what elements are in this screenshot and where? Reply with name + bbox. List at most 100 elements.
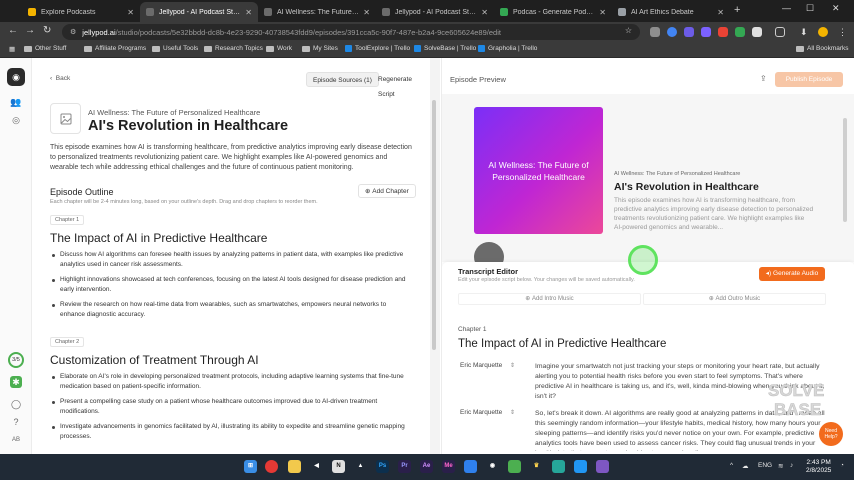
share-icon[interactable]: ⇪ — [760, 74, 767, 83]
app-icon[interactable]: ♛ — [530, 460, 543, 473]
maximize-icon[interactable]: ☐ — [806, 3, 814, 14]
bookmark-star-icon[interactable]: ☆ — [625, 26, 632, 35]
minimize-icon[interactable]: — — [782, 3, 791, 13]
site-info-icon[interactable]: ⚙ — [70, 28, 76, 36]
publish-episode-button[interactable]: Publish Episode — [775, 72, 843, 87]
editor-chapter-title[interactable]: The Impact of AI in Predictive Healthcar… — [458, 338, 666, 350]
list-item[interactable]: Highlight innovations showcased at tech … — [50, 275, 406, 294]
chevron-updown-icon[interactable]: ⇕ — [510, 362, 515, 369]
scrollbar-thumb[interactable] — [843, 118, 847, 222]
close-icon[interactable]: ✕ — [599, 8, 606, 17]
app-icon[interactable] — [596, 460, 609, 473]
forward-arrow-icon[interactable]: → — [25, 25, 35, 36]
all-bookmarks[interactable]: All Bookmarks — [796, 45, 849, 52]
list-item[interactable]: Review the research on how real-time dat… — [50, 300, 406, 319]
bookmark-folder[interactable]: Research Topics — [204, 45, 263, 52]
extensions-puzzle-icon[interactable] — [775, 27, 785, 37]
list-item[interactable]: Investigate advancements in genomics fac… — [50, 422, 406, 441]
sparkle-icon[interactable]: ✱ — [10, 376, 22, 388]
new-tab-icon[interactable]: + — [734, 4, 740, 16]
bookmark-link[interactable]: SolveBase | Trello — [414, 45, 476, 52]
bookmark-folder[interactable]: Affiliate Programs — [84, 45, 146, 52]
tray-app-icon[interactable]: ☁ — [742, 462, 749, 470]
app-icon[interactable] — [508, 460, 521, 473]
regenerate-script-button[interactable]: Regenerate Script — [372, 72, 430, 98]
volume-icon[interactable]: ♪ — [790, 462, 793, 469]
scrollbar-thumb[interactable] — [432, 100, 436, 350]
list-item[interactable]: Present a compelling case study on a pat… — [50, 397, 406, 416]
speaker-select[interactable]: Eric Marquette — [460, 362, 502, 369]
tray-chevron-icon[interactable]: ^ — [730, 462, 733, 469]
reload-icon[interactable]: ↻ — [43, 25, 51, 36]
browser-tab[interactable]: AI Wellness: The Future of Pers...✕ — [258, 2, 376, 22]
apps-grid-icon[interactable]: ▦ — [9, 45, 15, 53]
podcast-icon[interactable]: ◎ — [10, 114, 22, 126]
premiere-icon[interactable]: Pr — [398, 460, 411, 473]
app-icon[interactable]: ▲ — [354, 460, 367, 473]
close-icon[interactable]: ✕ — [717, 8, 724, 17]
bookmark-folder[interactable]: Other Stuff — [24, 45, 66, 52]
extension-icon[interactable] — [667, 27, 677, 37]
add-outro-music-button[interactable]: ⊕ Add Outro Music — [643, 293, 826, 305]
browser-tab[interactable]: Podcas - Generate Podcast with...✕ — [494, 2, 612, 22]
close-window-icon[interactable]: ✕ — [832, 3, 840, 14]
bookmark-folder[interactable]: Useful Tools — [152, 45, 198, 52]
back-link[interactable]: ‹ Back — [50, 75, 70, 82]
after-effects-icon[interactable]: Ae — [420, 460, 433, 473]
episode-description[interactable]: This episode examines how AI is transfor… — [50, 143, 412, 173]
chrome-icon[interactable] — [265, 460, 278, 473]
app-icon[interactable] — [574, 460, 587, 473]
media-encoder-icon[interactable]: Me — [442, 460, 455, 473]
notification-icon[interactable]: ◔ — [840, 462, 844, 469]
bookmark-folder[interactable]: Work — [266, 45, 292, 52]
extension-shield-icon[interactable] — [650, 27, 660, 37]
bookmark-link[interactable]: ToolExplore | Trello — [345, 45, 410, 52]
close-icon[interactable]: ✕ — [363, 8, 370, 17]
app-icon[interactable] — [464, 460, 477, 473]
close-icon[interactable]: ✕ — [245, 8, 252, 17]
system-clock[interactable]: 2:43 PM 2/8/2025 — [806, 459, 831, 475]
episode-title[interactable]: AI's Revolution in Healthcare — [88, 118, 288, 134]
extension-icon[interactable] — [718, 27, 728, 37]
list-item[interactable]: Elaborate on AI's role in developing per… — [50, 372, 406, 391]
chapter-title[interactable]: Customization of Treatment Through AI — [50, 353, 259, 367]
chevron-updown-icon[interactable]: ⇕ — [510, 409, 515, 416]
bookmark-folder[interactable]: My Sites — [302, 45, 338, 52]
episode-sources-tab[interactable]: Episode Sources (1) — [306, 72, 379, 87]
download-icon[interactable]: ⬇ — [800, 27, 810, 37]
wifi-icon[interactable]: ≋ — [778, 462, 783, 470]
speaker-select[interactable]: Eric Marquette — [460, 409, 502, 416]
progress-indicator[interactable]: 3/5 — [8, 352, 24, 368]
address-bar[interactable]: ⚙ jellypod.ai/studio/podcasts/5e32bbdd-d… — [62, 24, 640, 40]
language-indicator[interactable]: ENG — [758, 462, 772, 469]
back-arrow-icon[interactable]: ← — [8, 25, 18, 36]
app-icon[interactable] — [552, 460, 565, 473]
extension-icon[interactable] — [684, 27, 694, 37]
close-icon[interactable]: ✕ — [127, 8, 134, 17]
chat-icon[interactable]: ◯ — [10, 398, 22, 410]
extension-icon[interactable] — [701, 27, 711, 37]
photoshop-icon[interactable]: Ps — [376, 460, 389, 473]
capcut-icon[interactable]: ◀ — [310, 460, 323, 473]
generate-audio-button[interactable]: ◂) Generate Audio — [759, 267, 825, 281]
browser-tab[interactable]: AI Art Ethics Debate ✕ — [612, 2, 730, 22]
user-initials[interactable]: AB — [10, 434, 22, 446]
browser-tab[interactable]: Explore Podcasts ✕ — [22, 2, 140, 22]
add-chapter-button[interactable]: ⊕ Add Chapter — [358, 184, 416, 198]
menu-kebab-icon[interactable]: ⋮ — [838, 27, 848, 37]
jellypod-logo-icon[interactable]: ◉ — [7, 68, 25, 86]
profile-avatar-icon[interactable] — [818, 27, 828, 37]
users-icon[interactable]: 👥 — [10, 96, 22, 108]
browser-tab[interactable]: Jellypod - AI Podcast Studio ✕ — [376, 2, 494, 22]
extension-icon[interactable] — [735, 27, 745, 37]
windows-start-icon[interactable]: ⊞ — [244, 460, 257, 473]
close-icon[interactable]: ✕ — [481, 8, 488, 17]
add-intro-music-button[interactable]: ⊕ Add Intro Music — [458, 293, 641, 305]
browser-tab-active[interactable]: Jellypod - AI Podcast Studio ✕ — [140, 2, 258, 22]
help-icon[interactable]: ? — [10, 416, 22, 428]
extension-icon[interactable] — [752, 27, 762, 37]
obs-icon[interactable]: ◉ — [486, 460, 499, 473]
chapter-title[interactable]: The Impact of AI in Predictive Healthcar… — [50, 231, 267, 245]
bookmark-link[interactable]: Grapholia | Trello — [478, 45, 537, 52]
episode-thumbnail[interactable] — [50, 103, 81, 134]
